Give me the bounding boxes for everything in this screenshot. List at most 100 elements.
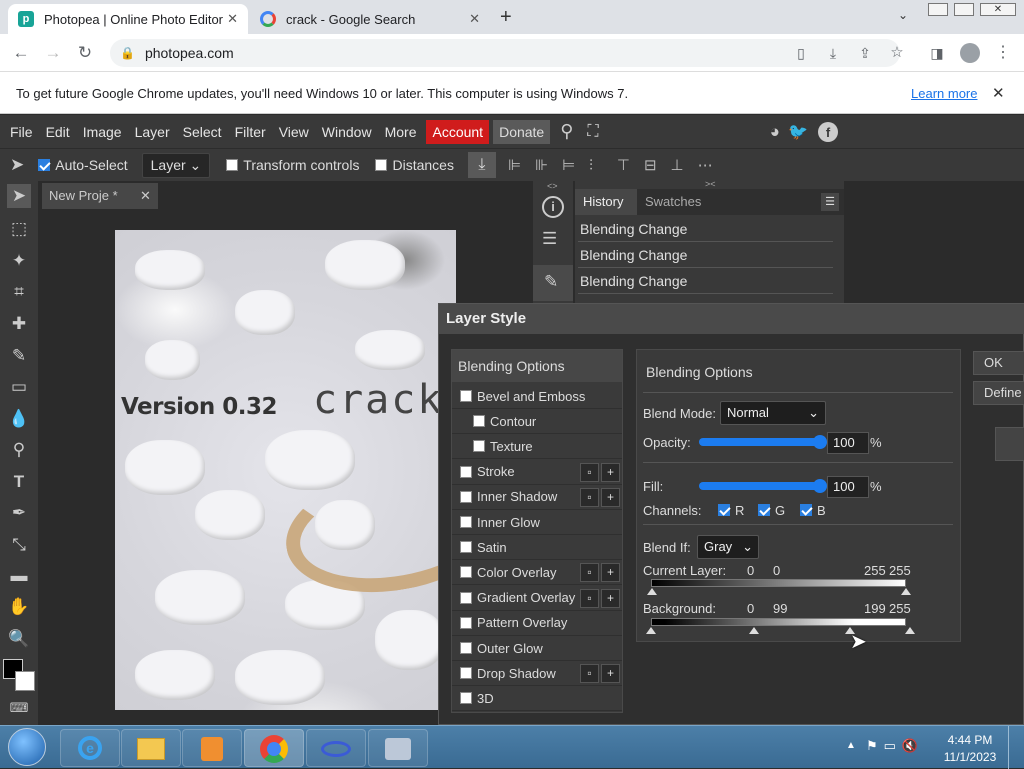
distribute-icons[interactable]: ⊤⊟⊥⋯ [617, 156, 727, 174]
media-player-taskbar-icon[interactable] [182, 729, 242, 767]
menu-view[interactable]: View [274, 124, 314, 140]
app-taskbar-icon[interactable] [306, 729, 366, 767]
maximize-icon[interactable] [954, 3, 974, 16]
effect-checkbox[interactable] [460, 566, 472, 579]
fullscreen-icon[interactable]: ⛶ [587, 123, 598, 141]
learn-more-link[interactable]: Learn more [911, 86, 977, 101]
add-effect-icon[interactable]: + [601, 664, 620, 684]
menu-layer[interactable]: Layer [130, 124, 175, 140]
menu-select[interactable]: Select [178, 124, 227, 140]
minimize-icon[interactable] [928, 3, 948, 16]
channel-g-checkbox[interactable]: G [758, 503, 785, 518]
effect-checkbox[interactable] [460, 516, 472, 528]
fill-input[interactable]: 100 [827, 476, 869, 498]
remove-effect-icon[interactable]: ▫ [580, 563, 599, 583]
blend-mode-select[interactable]: Normal ⌄ [720, 401, 826, 425]
bookmark-star-icon[interactable]: ☆ [886, 42, 908, 64]
effect-item[interactable]: Inner Glow [452, 510, 622, 535]
dodge-tool-icon[interactable]: ⚲ [7, 438, 31, 462]
slider-handle[interactable] [749, 627, 759, 634]
profile-avatar[interactable] [960, 43, 980, 63]
explorer-taskbar-icon[interactable] [121, 729, 181, 767]
fill-slider-knob[interactable] [813, 479, 827, 493]
eraser-tool-icon[interactable]: ▭ [7, 375, 31, 399]
effect-checkbox[interactable] [460, 390, 472, 402]
history-item[interactable]: Blending Change [578, 243, 833, 268]
blending-options-item[interactable]: Blending Options [452, 350, 622, 382]
twitter-icon[interactable]: 🐦 [788, 122, 808, 142]
tab-google-search[interactable]: crack - Google Search ✕ [250, 4, 490, 34]
chrome-taskbar-icon[interactable] [244, 729, 304, 767]
menu-image[interactable]: Image [78, 124, 127, 140]
add-effect-icon[interactable]: + [601, 462, 620, 482]
omnibox[interactable]: 🔒 photopea.com [110, 39, 900, 67]
clock-date[interactable]: 11/1/2023 [940, 750, 1000, 764]
blur-tool-icon[interactable]: 💧 [7, 407, 31, 431]
fill-slider[interactable] [699, 482, 819, 490]
effect-checkbox[interactable] [460, 591, 472, 604]
pen-tool-icon[interactable]: ✒ [7, 501, 31, 525]
effect-item[interactable]: Bevel and Emboss [452, 384, 622, 409]
shape-tool-icon[interactable]: ▬ [7, 564, 31, 588]
reddit-icon[interactable]: ◕ [770, 122, 780, 142]
keyboard-icon[interactable]: ⌨ [7, 696, 31, 720]
tab-photopea[interactable]: p Photopea | Online Photo Editor ✕ [8, 4, 248, 34]
zoom-tool-icon[interactable]: 🔍 [7, 627, 31, 651]
document-canvas[interactable]: Version 0.32 crack [115, 230, 456, 710]
new-tab-button[interactable]: + [500, 6, 512, 29]
donate-button[interactable]: Donate [493, 119, 551, 144]
opacity-slider[interactable] [699, 438, 819, 446]
app2-taskbar-icon[interactable] [368, 729, 428, 767]
layer-select[interactable]: Layer ⌄ [141, 152, 211, 178]
window-close-icon[interactable]: ✕ [980, 3, 1016, 16]
menu-more[interactable]: More [380, 124, 422, 140]
tray-icons[interactable]: ⚑▭🔇 [866, 738, 924, 754]
menu-edit[interactable]: Edit [41, 124, 75, 140]
slider-handle[interactable] [646, 627, 656, 634]
slider-handle[interactable] [905, 627, 915, 634]
move-tool-icon[interactable]: ➤ [7, 184, 31, 208]
effect-checkbox[interactable] [460, 616, 472, 629]
reload-icon[interactable]: ↻ [74, 42, 96, 64]
info-icon[interactable]: i [542, 196, 564, 218]
effect-checkbox[interactable] [473, 440, 485, 453]
auto-select-checkbox[interactable]: Auto-Select [38, 157, 128, 173]
remove-effect-icon[interactable]: ▫ [580, 588, 599, 608]
path-select-icon[interactable]: ⤡ [7, 533, 31, 557]
align-icons[interactable]: ⊫⊪⊨⫶ [508, 156, 607, 174]
effect-item[interactable]: Drop Shadow ▫ + [452, 661, 622, 687]
background-gradient[interactable] [651, 618, 906, 626]
remove-effect-icon[interactable]: ▫ [580, 462, 599, 482]
define-button[interactable]: Define [973, 381, 1024, 405]
distances-checkbox[interactable]: Distances [375, 157, 454, 173]
menu-window[interactable]: Window [317, 124, 377, 140]
hand-tool-icon[interactable]: ✋ [7, 595, 31, 619]
install-icon[interactable]: ⤓ [822, 42, 844, 64]
effect-item[interactable]: Outer Glow [452, 636, 622, 661]
effect-checkbox[interactable] [460, 642, 472, 654]
remove-effect-icon[interactable]: ▫ [580, 487, 599, 507]
account-button[interactable]: Account [426, 119, 490, 144]
add-effect-icon[interactable]: + [601, 588, 620, 608]
adjustments-icon[interactable]: ☰ [542, 229, 557, 249]
magic-wand-icon[interactable]: ✦ [7, 249, 31, 273]
effect-item[interactable]: Contour [452, 409, 622, 435]
effect-checkbox[interactable] [460, 541, 472, 554]
close-icon[interactable]: ✕ [469, 11, 480, 27]
clock-time[interactable]: 4:44 PM [940, 733, 1000, 747]
start-button[interactable] [8, 728, 46, 766]
slider-handle[interactable] [647, 588, 657, 595]
transform-controls-checkbox[interactable]: Transform controls [226, 157, 359, 173]
effect-checkbox[interactable] [460, 465, 472, 478]
current-layer-gradient[interactable] [651, 579, 906, 587]
collapse-icon[interactable]: >< [705, 179, 716, 189]
channel-r-checkbox[interactable]: R [718, 503, 744, 518]
collapse-icon[interactable]: <> [547, 181, 558, 191]
text-tool-icon[interactable]: T [7, 470, 31, 494]
clipboard-icon[interactable]: ▯ [790, 42, 812, 64]
effect-item[interactable]: Inner Shadow ▫ + [452, 485, 622, 510]
effect-item[interactable]: Pattern Overlay [452, 611, 622, 636]
background-color-swatch[interactable] [15, 671, 35, 691]
effect-item[interactable]: Color Overlay ▫ + [452, 560, 622, 586]
tab-swatches[interactable]: Swatches [645, 189, 701, 215]
